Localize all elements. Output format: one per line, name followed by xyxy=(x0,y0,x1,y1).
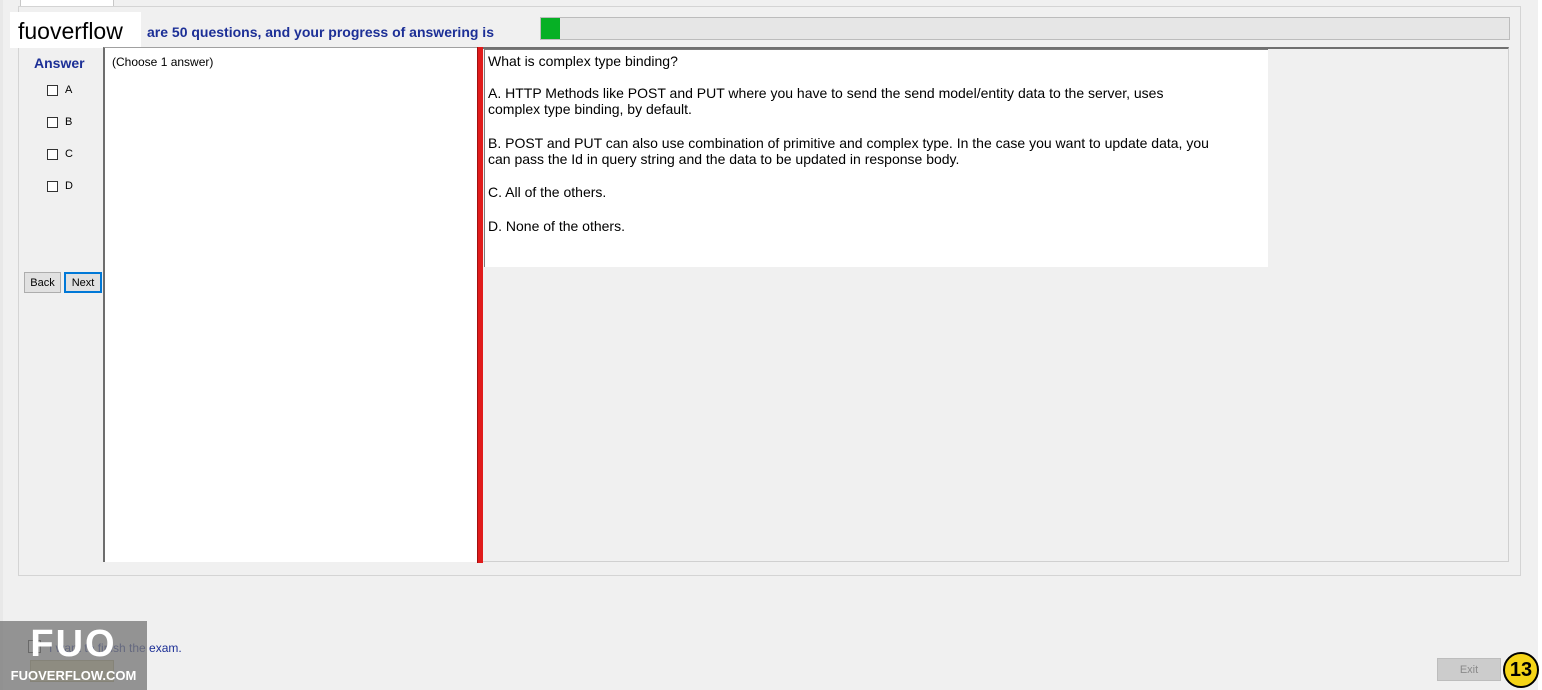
fuo-watermark: FUO FUOVERFLOW.COM xyxy=(0,621,147,690)
window-right-edge xyxy=(1538,0,1542,690)
answer-option-a[interactable]: A xyxy=(47,84,72,96)
question-option-a: A. HTTP Methods like POST and PUT where … xyxy=(488,85,1164,117)
page-number-badge: 13 xyxy=(1503,652,1539,688)
watermark-site-text: FUOVERFLOW.COM xyxy=(10,668,137,683)
answer-option-label: A xyxy=(65,84,73,96)
exam-window: fuoverflow are 50 questions, and your pr… xyxy=(0,0,1542,690)
answer-option-d[interactable]: D xyxy=(47,180,73,192)
answer-checkbox-d[interactable] xyxy=(47,180,58,192)
answer-checkbox-a[interactable] xyxy=(47,84,58,96)
answer-option-label: D xyxy=(65,180,73,192)
exit-button[interactable]: Exit xyxy=(1437,658,1501,681)
next-button[interactable]: Next xyxy=(64,272,102,293)
answer-option-label: B xyxy=(65,116,73,128)
answer-option-c[interactable]: C xyxy=(47,148,73,160)
window-left-edge xyxy=(0,0,3,690)
fuoverflow-logo: fuoverflow xyxy=(10,12,141,48)
watermark-logo-text: FUO xyxy=(30,623,117,665)
question-option-d: D. None of the others. xyxy=(488,218,625,234)
progress-bar-fill xyxy=(541,18,561,39)
answer-checkbox-c[interactable] xyxy=(47,148,58,160)
question-option-b: B. POST and PUT can also use combination… xyxy=(488,135,1209,167)
answer-instruction-pane: (Choose 1 answer) xyxy=(103,47,477,562)
progress-bar xyxy=(540,17,1510,40)
back-button[interactable]: Back xyxy=(24,272,61,293)
answer-title: Answer xyxy=(34,55,85,71)
answer-option-b[interactable]: B xyxy=(47,116,72,128)
question-option-c: C. All of the others. xyxy=(488,184,607,200)
question-title: What is complex type binding? xyxy=(488,53,678,69)
choose-instruction: (Choose 1 answer) xyxy=(112,55,214,69)
answer-checkbox-b[interactable] xyxy=(47,116,58,128)
progress-label: are 50 questions, and your progress of a… xyxy=(147,24,494,40)
question-textbox[interactable]: What is complex type binding? A. HTTP Me… xyxy=(484,49,1268,267)
answer-option-label: C xyxy=(65,148,73,160)
